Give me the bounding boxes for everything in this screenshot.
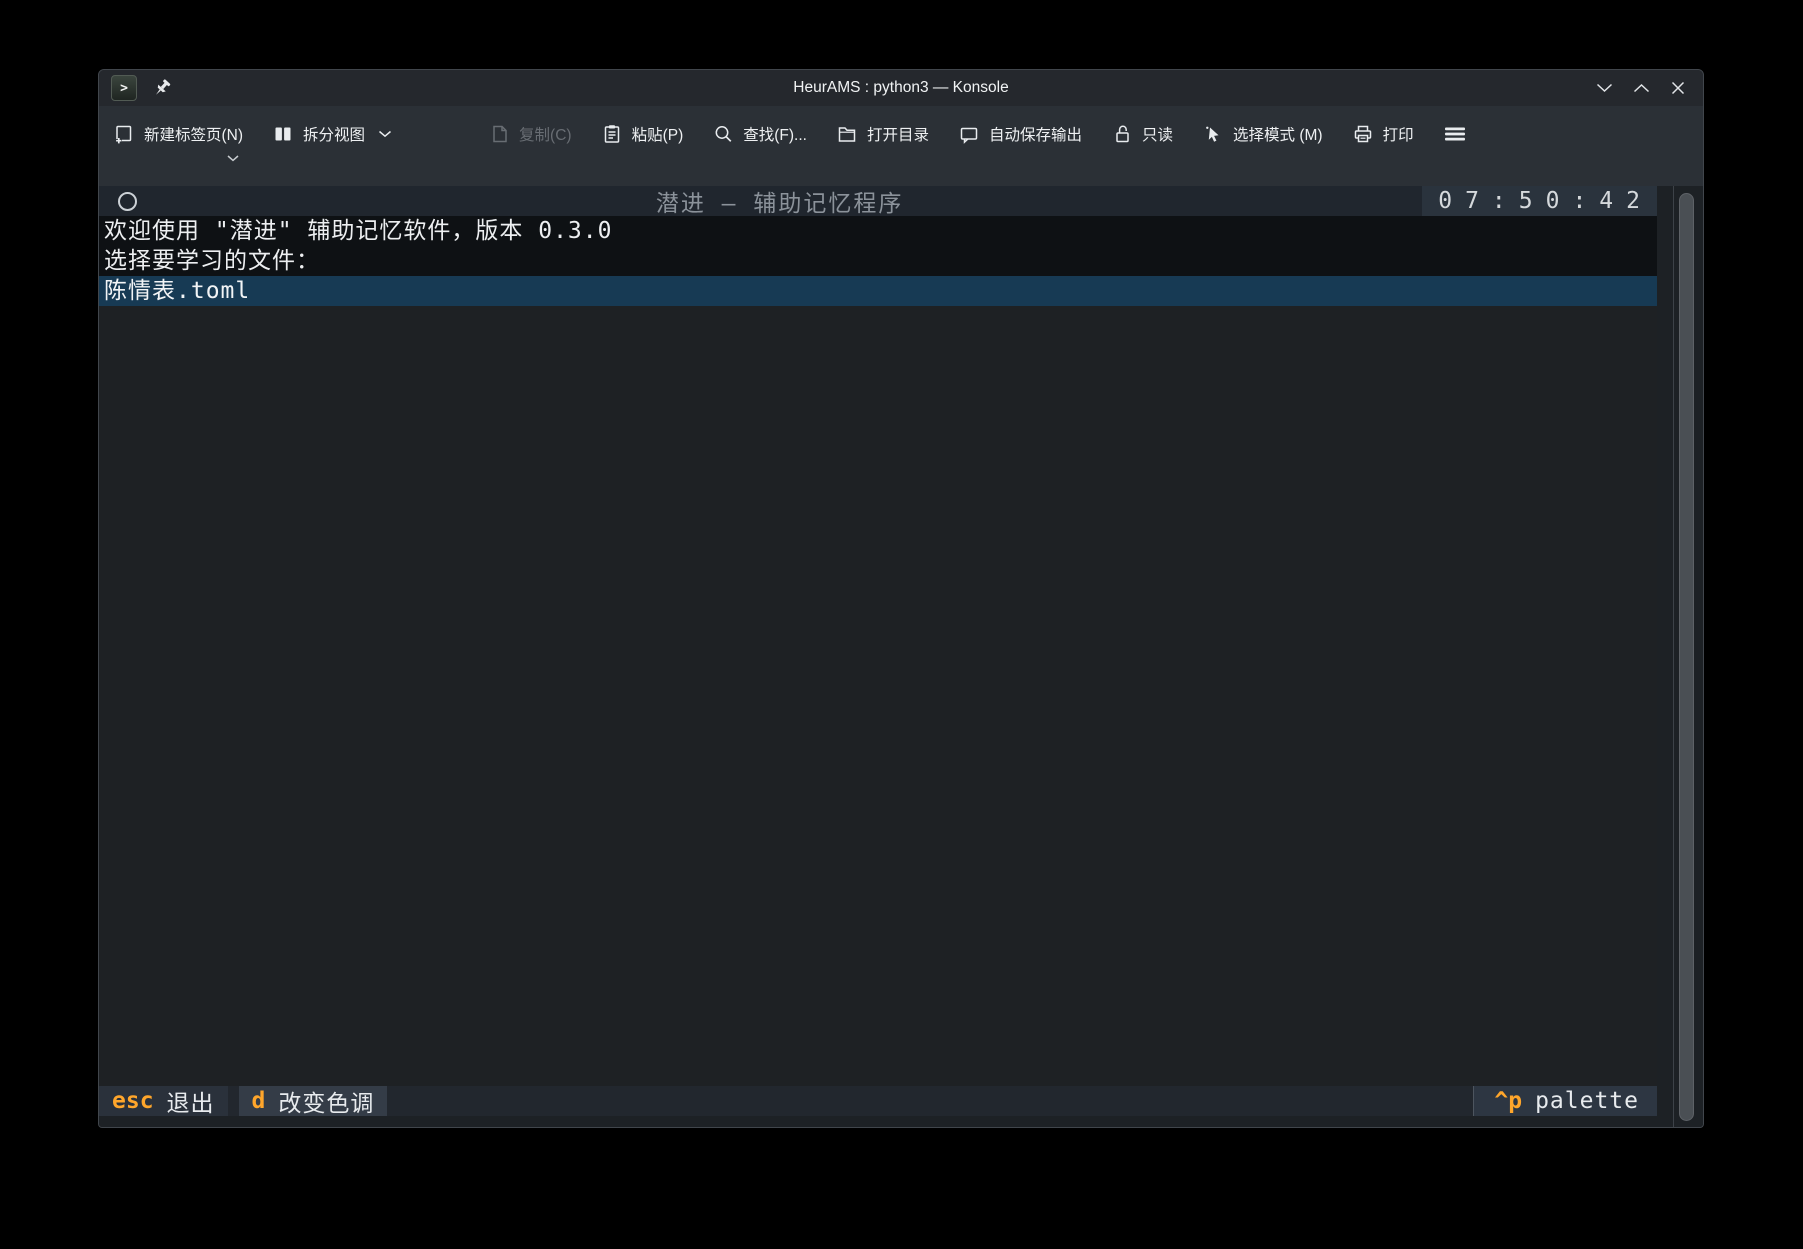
footer-key: esc (112, 1088, 154, 1114)
footer-binding-esc[interactable]: esc 退出 (99, 1086, 228, 1116)
autosave-output-button[interactable]: 自动保存输出 (958, 120, 1082, 148)
konsole-window: > HeurAMS : python3 — Konsole (98, 69, 1704, 1128)
chevron-down-icon (1596, 83, 1613, 93)
footer-key-label: palette (1535, 1088, 1639, 1114)
footer-key-label: 改变色调 (278, 1084, 374, 1118)
titlebar[interactable]: > HeurAMS : python3 — Konsole (99, 70, 1703, 106)
paste-button[interactable]: 粘贴(P) (601, 120, 684, 148)
footer-binding-palette[interactable]: ^p palette (1473, 1086, 1657, 1116)
selection-mode-button[interactable]: 选择模式 (M) (1202, 120, 1323, 148)
scrollbar-track (1673, 186, 1674, 1127)
tui-header: 潜进 – 辅助记忆程序 07:50:42 (99, 186, 1657, 216)
print-button[interactable]: 打印 (1352, 120, 1414, 148)
print-label: 打印 (1383, 123, 1414, 145)
minimize-button[interactable] (1589, 73, 1619, 103)
footer-spacer (387, 1086, 1473, 1116)
split-view-icon (272, 123, 294, 145)
option-list-item-selected[interactable]: 陈情表.toml (99, 276, 1657, 306)
footer-key: d (252, 1088, 266, 1114)
printer-icon (1352, 123, 1374, 145)
search-icon (712, 123, 734, 145)
tui-header-title: 潜进 – 辅助记忆程序 (137, 184, 1422, 218)
close-button[interactable] (1663, 73, 1693, 103)
paste-label: 粘贴(P) (632, 123, 684, 145)
split-view-button[interactable]: 拆分视图 (272, 120, 392, 148)
folder-icon (836, 123, 858, 145)
hamburger-icon (1443, 123, 1467, 145)
scrollbar-gutter (1657, 186, 1703, 1127)
cursor-icon (1202, 123, 1224, 145)
copy-button: 复制(C) (488, 120, 572, 148)
scrollbar-thumb[interactable] (1679, 193, 1694, 1121)
header-clock: 07:50:42 (1422, 186, 1657, 216)
terminal-view[interactable]: 潜进 – 辅助记忆程序 07:50:42 欢迎使用 "潜进" 辅助记忆软件，版本… (99, 186, 1703, 1127)
open-directory-button[interactable]: 打开目录 (836, 120, 929, 148)
tui-app: 潜进 – 辅助记忆程序 07:50:42 欢迎使用 "潜进" 辅助记忆软件，版本… (99, 186, 1657, 1116)
find-label: 查找(F)... (743, 123, 807, 145)
new-tab-icon (113, 123, 135, 145)
open-directory-label: 打开目录 (867, 123, 929, 145)
copy-icon (488, 123, 510, 145)
split-view-label: 拆分视图 (303, 123, 365, 145)
terminal-line-prompt: 选择要学习的文件： (99, 246, 1657, 276)
konsole-app-icon: > (111, 75, 137, 101)
autosave-output-label: 自动保存输出 (989, 123, 1082, 145)
terminal-line-welcome: 欢迎使用 "潜进" 辅助记忆软件，版本 0.3.0 (99, 216, 1657, 246)
selection-mode-label: 选择模式 (M) (1233, 123, 1323, 145)
window-controls (1589, 73, 1693, 103)
footer-key-label: 退出 (167, 1084, 215, 1118)
read-only-label: 只读 (1142, 123, 1173, 145)
toolbar: 新建标签页(N) 拆分视图 (99, 106, 1703, 186)
output-bubble-icon (958, 123, 980, 145)
desktop-background: > HeurAMS : python3 — Konsole (0, 0, 1803, 1249)
terminal-empty-area (99, 306, 1657, 1086)
footer-binding-d[interactable]: d 改变色调 (239, 1086, 388, 1116)
window-title: HeurAMS : python3 — Konsole (99, 79, 1703, 97)
chevron-up-icon (1633, 83, 1650, 93)
new-tab-dropdown-chevron-icon[interactable] (227, 155, 239, 162)
split-view-dropdown-chevron-icon (378, 130, 392, 138)
find-button[interactable]: 查找(F)... (712, 120, 807, 148)
pin-icon[interactable] (152, 78, 172, 98)
new-tab-label: 新建标签页(N) (144, 123, 243, 145)
lock-open-icon (1111, 123, 1133, 145)
circle-outline-icon[interactable] (118, 192, 137, 211)
close-icon (1671, 81, 1685, 95)
footer-key: ^p (1494, 1088, 1522, 1114)
menu-button[interactable] (1443, 120, 1467, 148)
tui-footer: esc 退出 d 改变色调 ^p palette (99, 1086, 1657, 1116)
paste-icon (601, 123, 623, 145)
maximize-button[interactable] (1626, 73, 1656, 103)
app-icon-glyph: > (120, 81, 128, 96)
copy-label: 复制(C) (519, 123, 572, 145)
new-tab-button[interactable]: 新建标签页(N) (113, 120, 243, 148)
read-only-button[interactable]: 只读 (1111, 120, 1173, 148)
